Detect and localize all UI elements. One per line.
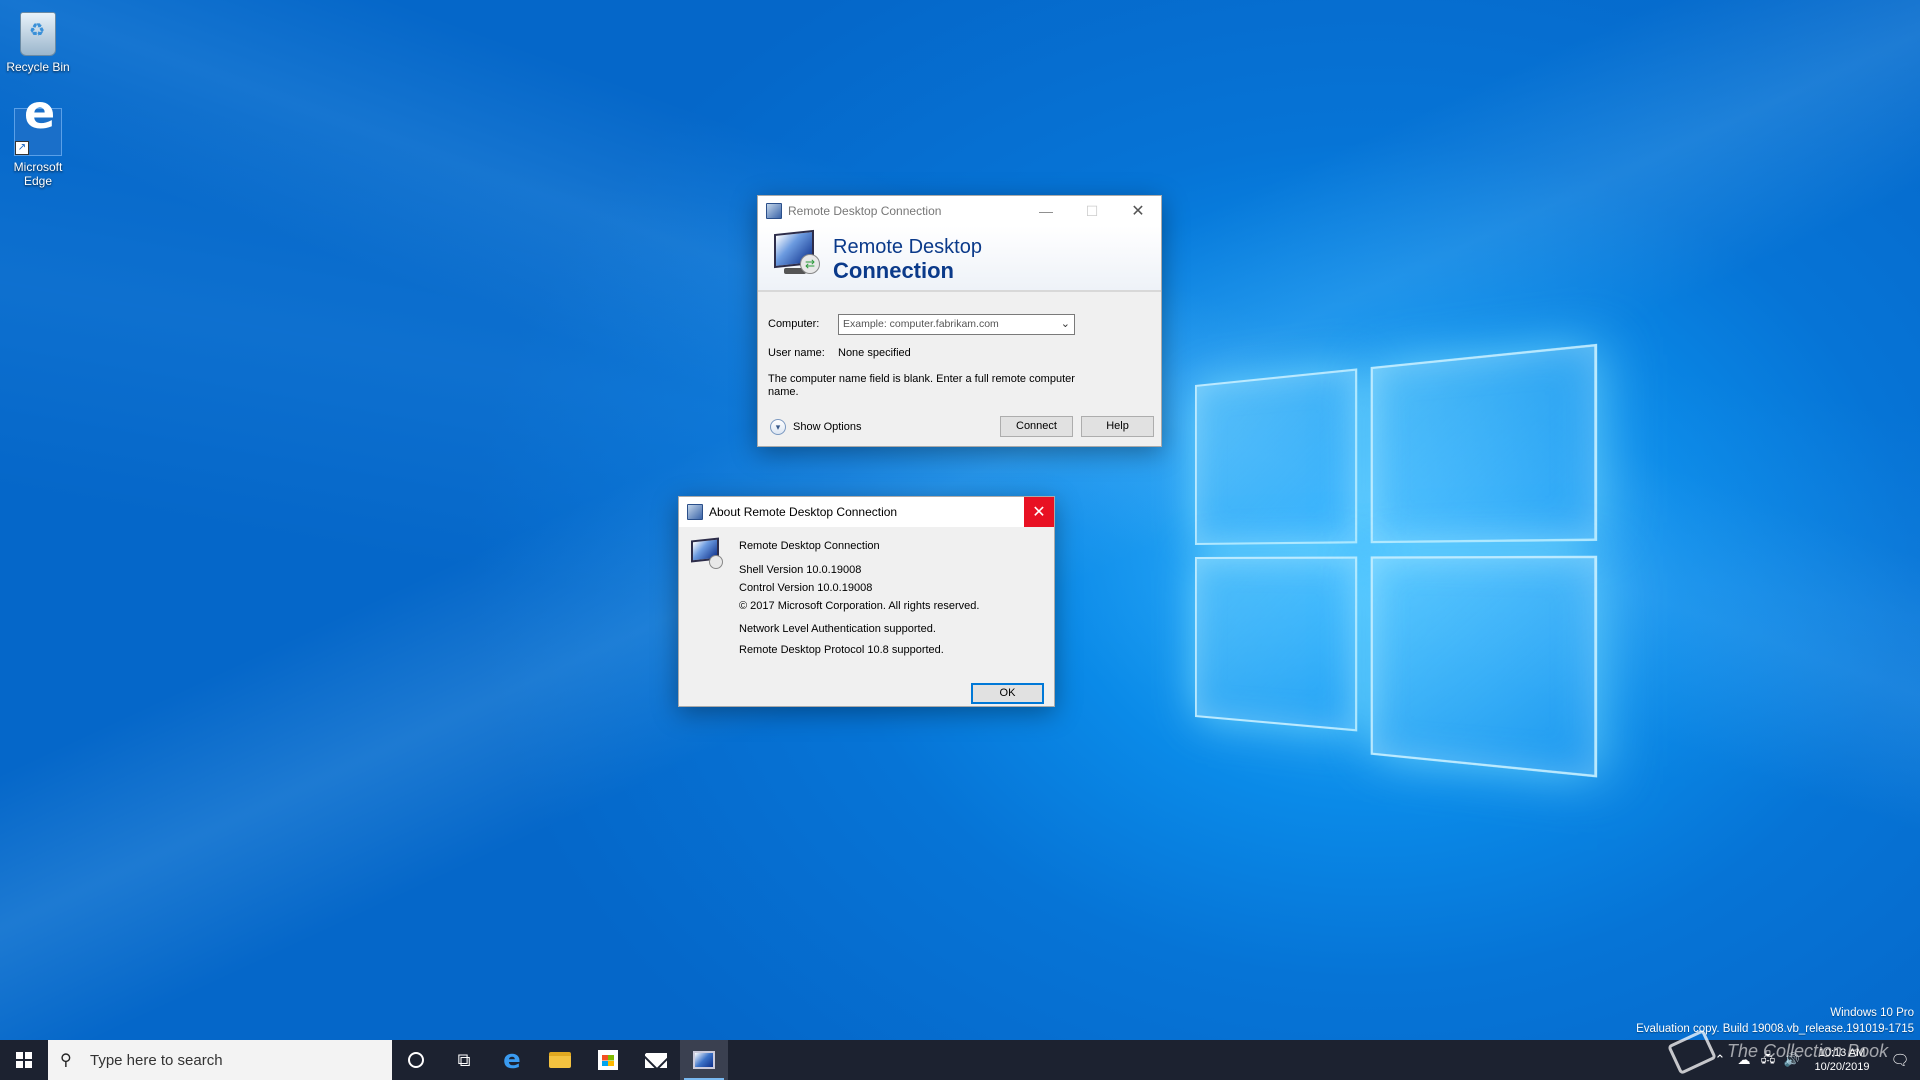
remote-desktop-window: Remote Desktop Connection — ☐ ✕ ⇄ Remote… <box>757 195 1162 447</box>
help-button[interactable]: Help <box>1081 416 1154 437</box>
edge-icon: e <box>503 1045 521 1075</box>
edition-text: Windows 10 Pro <box>1636 1005 1914 1021</box>
shell-version: Shell Version 10.0.19008 <box>739 564 861 576</box>
about-dialog: About Remote Desktop Connection ✕ Remote… <box>678 496 1055 707</box>
title-bar[interactable]: Remote Desktop Connection — ☐ ✕ <box>758 196 1161 226</box>
show-options-link[interactable]: Show Options <box>793 421 861 433</box>
taskbar-file-explorer[interactable] <box>536 1040 584 1080</box>
taskbar-store[interactable] <box>584 1040 632 1080</box>
overlay-text: The Collection Book <box>1727 1041 1888 1061</box>
computer-combobox[interactable]: Example: computer.fabrikam.com ⌄ <box>838 314 1075 335</box>
build-text: Evaluation copy. Build 19008.vb_release.… <box>1636 1021 1914 1037</box>
shortcut-arrow-icon: ↗ <box>15 141 29 155</box>
copyright: © 2017 Microsoft Corporation. All rights… <box>739 600 979 612</box>
windows-logo-wallpaper <box>1195 345 1587 780</box>
edge-icon: ↗ <box>14 108 62 156</box>
mail-icon <box>645 1053 667 1068</box>
taskbar: ⚲ Type here to search ⧉ e ⌃ ☁ 🖧 🔊 10:13 … <box>0 1040 1920 1080</box>
logo-pane <box>1195 556 1357 731</box>
build-watermark: Windows 10 Pro Evaluation copy. Build 19… <box>1636 1005 1914 1037</box>
maximize-button: ☐ <box>1069 196 1115 226</box>
taskbar-remote-desktop[interactable] <box>680 1040 728 1080</box>
control-version: Control Version 10.0.19008 <box>739 582 872 594</box>
username-value: None specified <box>838 347 911 359</box>
protocol-support: Remote Desktop Protocol 10.8 supported. <box>739 644 944 656</box>
app-name: Remote Desktop Connection <box>739 540 880 552</box>
close-button[interactable]: ✕ <box>1024 497 1054 527</box>
task-view-icon: ⧉ <box>458 1050 471 1071</box>
window-title: Remote Desktop Connection <box>788 204 941 218</box>
desktop-icon-recycle-bin[interactable]: Recycle Bin <box>0 6 76 74</box>
remote-desktop-icon <box>687 504 703 520</box>
search-box[interactable]: ⚲ Type here to search <box>48 1040 392 1080</box>
expand-options-icon[interactable]: ▾ <box>770 419 786 435</box>
remote-desktop-icon <box>766 203 782 219</box>
logo-pane <box>1195 368 1357 545</box>
computer-label: Computer: <box>768 318 819 330</box>
nla-support: Network Level Authentication supported. <box>739 623 936 635</box>
file-explorer-icon <box>549 1052 571 1068</box>
start-button[interactable] <box>0 1040 48 1080</box>
status-message: The computer name field is blank. Enter … <box>768 373 1078 399</box>
title-bar[interactable]: About Remote Desktop Connection ✕ <box>679 497 1054 527</box>
computer-placeholder: Example: computer.fabrikam.com <box>843 318 999 330</box>
banner-title-line1: Remote Desktop <box>833 236 982 259</box>
recycle-bin-icon <box>20 12 56 56</box>
about-body: Remote Desktop Connection Shell Version … <box>679 527 1054 708</box>
minimize-button[interactable]: — <box>1023 196 1069 226</box>
remote-desktop-logo-icon: ⇄ <box>774 232 818 274</box>
logo-pane <box>1371 344 1597 543</box>
logo-pane <box>1371 556 1597 778</box>
chevron-down-icon[interactable]: ⌄ <box>1061 317 1070 330</box>
search-icon: ⚲ <box>60 1050 80 1070</box>
desktop-icon-microsoft-edge[interactable]: ↗ Microsoft Edge <box>0 108 76 188</box>
desktop-icon-label: Recycle Bin <box>0 60 76 74</box>
taskbar-edge[interactable]: e <box>488 1040 536 1080</box>
cortana-icon <box>408 1052 424 1068</box>
remote-desktop-logo-icon <box>691 539 723 569</box>
store-icon <box>598 1050 618 1070</box>
search-placeholder: Type here to search <box>90 1052 223 1069</box>
dialog-title: About Remote Desktop Connection <box>709 505 897 519</box>
remote-desktop-icon <box>693 1051 715 1069</box>
ok-button[interactable]: OK <box>971 683 1044 704</box>
banner-title-line2: Connection <box>833 258 954 284</box>
windows-logo-icon <box>16 1052 32 1068</box>
cortana-button[interactable] <box>392 1040 440 1080</box>
close-button[interactable]: ✕ <box>1115 196 1161 226</box>
desktop-icon-label: Microsoft Edge <box>0 160 76 188</box>
collection-book-overlay: The Collection Book <box>1672 1036 1888 1068</box>
banner: ⇄ Remote Desktop Connection <box>758 226 1161 292</box>
task-view-button[interactable]: ⧉ <box>440 1040 488 1080</box>
username-label: User name: <box>768 347 825 359</box>
taskbar-mail[interactable] <box>632 1040 680 1080</box>
connect-button[interactable]: Connect <box>1000 416 1073 437</box>
